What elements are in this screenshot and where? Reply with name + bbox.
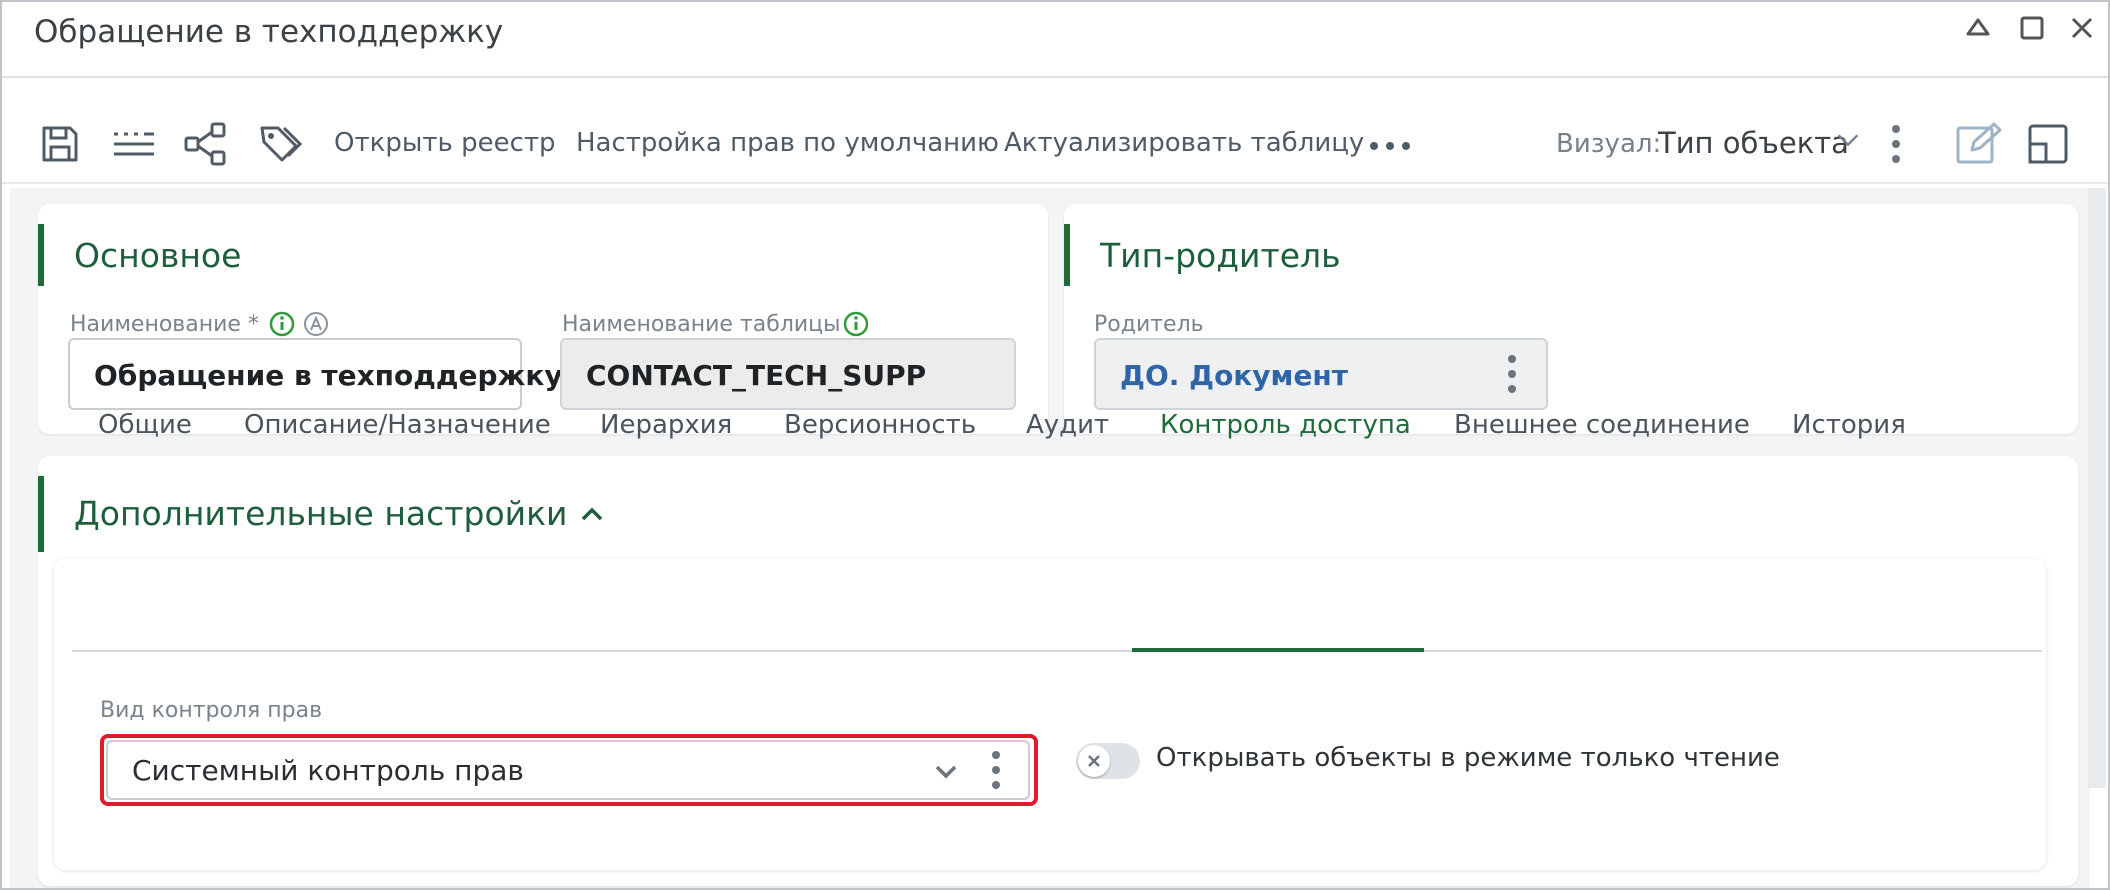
parent-field[interactable]: ДО. Документ: [1094, 338, 1548, 410]
visual-label: Визуал:: [1556, 129, 1662, 159]
open-registry-link[interactable]: Открыть реестр: [334, 128, 556, 158]
maximize-icon[interactable]: [2014, 10, 2050, 50]
table-name-field: CONTACT_TECH_SUPP: [560, 338, 1016, 410]
edit-icon[interactable]: [1954, 120, 2002, 172]
active-tab-underline: [1132, 648, 1424, 652]
tabs-divider: [72, 650, 2042, 652]
save-icon[interactable]: [36, 120, 84, 172]
card-accent-bar: [38, 224, 44, 286]
title-bar: Обращение в техподдержку: [2, 2, 2108, 78]
tab-history[interactable]: История: [1792, 410, 1906, 440]
parent-field-value[interactable]: ДО. Документ: [1120, 359, 1348, 392]
tab-audit[interactable]: Аудит: [1026, 410, 1109, 440]
default-rights-link[interactable]: Настройка прав по умолчанию: [576, 128, 999, 158]
visual-select[interactable]: Тип объекта: [1658, 126, 1849, 160]
name-field[interactable]: Обращение в техподдержку: [68, 338, 563, 410]
panel-icon[interactable]: [2024, 120, 2072, 172]
tab-versioning[interactable]: Версионность: [784, 410, 976, 440]
parent-card: Тип-родитель Родитель ДО. Документ: [1064, 204, 2078, 434]
list-icon[interactable]: [110, 120, 158, 172]
tags-icon[interactable]: [256, 120, 304, 172]
card-accent-bar: [38, 476, 44, 552]
tabs-panel: [54, 558, 2046, 870]
extra-settings-title: Дополнительные настройки: [74, 494, 568, 533]
more-vertical-icon[interactable]: [1506, 354, 1518, 398]
highlight-frame: [100, 734, 1038, 806]
more-horizontal-icon[interactable]: [1366, 122, 1414, 174]
card-accent-bar: [1064, 224, 1070, 286]
chevron-down-icon[interactable]: [1834, 126, 1862, 158]
basic-card-title: Основное: [74, 236, 242, 275]
toggle-knob: [1078, 745, 1110, 777]
access-control-label: Вид контроля прав: [100, 698, 323, 723]
tab-general[interactable]: Общие: [98, 410, 192, 440]
table-name-label: Наименование таблицы: [562, 312, 841, 337]
more-vertical-icon[interactable]: [1890, 124, 1902, 168]
chevron-up-icon[interactable]: [578, 500, 606, 532]
scrollbar-track[interactable]: [2088, 188, 2106, 788]
readonly-toggle[interactable]: [1076, 743, 1140, 779]
name-label: Наименование *: [70, 312, 259, 337]
tab-hierarchy[interactable]: Иерархия: [600, 410, 732, 440]
update-table-link[interactable]: Актуализировать таблицу: [1004, 128, 1364, 158]
basic-card: Основное Наименование * Обращение в техп…: [38, 204, 1048, 434]
collapse-icon[interactable]: [1960, 10, 1996, 50]
close-icon[interactable]: [2064, 10, 2100, 50]
parent-card-title: Тип-родитель: [1100, 236, 1341, 275]
readonly-toggle-label: Открывать объекты в режиме только чтение: [1156, 743, 1780, 773]
parent-label: Родитель: [1094, 312, 1204, 337]
tab-description[interactable]: Описание/Назначение: [244, 410, 551, 440]
table-name-value: CONTACT_TECH_SUPP: [586, 359, 927, 392]
toolbar: Открыть реестр Настройка прав по умолчан…: [2, 80, 2108, 184]
tab-access-control[interactable]: Контроль доступа: [1160, 410, 1411, 440]
name-field-value: Обращение в техподдержку: [94, 359, 563, 392]
share-tree-icon[interactable]: [182, 120, 230, 172]
app-window: Обращение в техподдержку Открыть реестр …: [0, 0, 2110, 890]
tab-external-connection[interactable]: Внешнее соединение: [1454, 410, 1750, 440]
window-title: Обращение в техподдержку: [34, 14, 504, 50]
